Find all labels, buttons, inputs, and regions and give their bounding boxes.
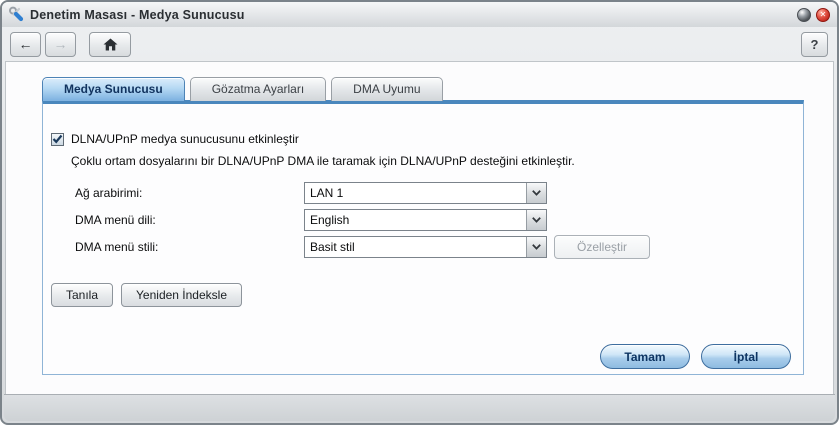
- dialog-footer: Tamam İptal: [600, 344, 791, 369]
- chevron-down-icon: [526, 237, 546, 257]
- tab-bar: Medya Sunucusu Gözatma Ayarları DMA Uyum…: [42, 77, 443, 101]
- tools-icon: [8, 6, 25, 23]
- window-title: Denetim Masası - Medya Sunucusu: [30, 8, 797, 22]
- reindex-button[interactable]: Yeniden İndeksle: [121, 283, 242, 307]
- dlna-description: Çoklu ortam dosyalarını bir DLNA/UPnP DM…: [71, 154, 783, 168]
- dma-menu-language-row: DMA menü dili: English: [75, 209, 803, 231]
- minimize-button[interactable]: [797, 8, 811, 22]
- network-interface-row: Ağ arabirimi: LAN 1: [75, 182, 803, 204]
- enable-dlna-label: DLNA/UPnP medya sunucusunu etkinleştir: [71, 132, 299, 146]
- network-interface-label: Ağ arabirimi:: [75, 186, 304, 200]
- network-interface-value: LAN 1: [305, 183, 526, 203]
- close-button[interactable]: ✕: [816, 8, 830, 22]
- tab-dma-uyumu[interactable]: DMA Uyumu: [331, 77, 442, 101]
- back-button[interactable]: ←: [10, 32, 41, 57]
- content-area: Medya Sunucusu Gözatma Ayarları DMA Uyum…: [5, 61, 834, 395]
- forward-arrow-icon: →: [54, 36, 68, 52]
- dma-menu-language-select[interactable]: English: [304, 209, 547, 231]
- checkmark-icon: [52, 134, 63, 144]
- dma-menu-style-row: DMA menü stili: Basit stil Özelleştir: [75, 236, 803, 258]
- enable-dlna-checkbox[interactable]: [51, 133, 64, 146]
- maintenance-actions: Tanıla Yeniden İndeksle: [51, 283, 803, 307]
- help-icon: ?: [811, 37, 819, 52]
- titlebar: Denetim Masası - Medya Sunucusu ✕: [2, 2, 837, 27]
- dma-menu-style-value: Basit stil: [305, 237, 526, 257]
- tab-gozatma-ayarlari[interactable]: Gözatma Ayarları: [190, 77, 326, 101]
- diagnose-button[interactable]: Tanıla: [51, 283, 113, 307]
- help-button[interactable]: ?: [801, 32, 828, 57]
- enable-dlna-row: DLNA/UPnP medya sunucusunu etkinleştir: [51, 132, 803, 146]
- dma-menu-style-select[interactable]: Basit stil: [304, 236, 547, 258]
- ok-button[interactable]: Tamam: [600, 344, 690, 369]
- dma-menu-style-label: DMA menü stili:: [75, 240, 304, 254]
- network-interface-select[interactable]: LAN 1: [304, 182, 547, 204]
- tab-medya-sunucusu[interactable]: Medya Sunucusu: [42, 77, 185, 101]
- navigation-toolbar: ← → ?: [2, 27, 837, 61]
- home-icon: [103, 38, 118, 51]
- chevron-down-icon: [526, 210, 546, 230]
- close-icon: ✕: [820, 11, 827, 19]
- control-panel-window: Denetim Masası - Medya Sunucusu ✕ ← → ? …: [0, 0, 839, 425]
- window-controls: ✕: [797, 8, 830, 22]
- cancel-button[interactable]: İptal: [701, 344, 791, 369]
- dma-menu-language-value: English: [305, 210, 526, 230]
- media-server-panel: DLNA/UPnP medya sunucusunu etkinleştir Ç…: [42, 100, 804, 375]
- forward-button[interactable]: →: [45, 32, 76, 57]
- status-bar: [4, 394, 835, 421]
- chevron-down-icon: [526, 183, 546, 203]
- back-arrow-icon: ←: [19, 36, 33, 52]
- home-button[interactable]: [89, 32, 131, 57]
- customize-button[interactable]: Özelleştir: [554, 235, 650, 259]
- dma-menu-language-label: DMA menü dili:: [75, 213, 304, 227]
